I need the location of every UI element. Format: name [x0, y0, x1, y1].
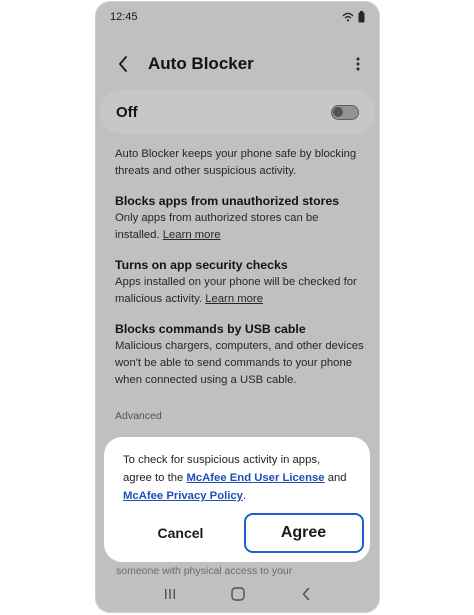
dialog-actions: Cancel Agree	[104, 511, 370, 555]
mcafee-consent-dialog: To check for suspicious activity in apps…	[104, 437, 370, 562]
agree-button-wrap: Agree	[237, 513, 370, 553]
cancel-button[interactable]: Cancel	[104, 525, 237, 541]
privacy-policy-link[interactable]: McAfee Privacy Policy	[123, 490, 243, 502]
dialog-message: To check for suspicious activity in apps…	[123, 454, 347, 502]
phone-screen: 12:45 Auto Blocker Off Auto Blocker keep…	[96, 2, 379, 612]
eula-link[interactable]: McAfee End User License	[186, 472, 324, 484]
agree-button[interactable]: Agree	[243, 513, 364, 553]
